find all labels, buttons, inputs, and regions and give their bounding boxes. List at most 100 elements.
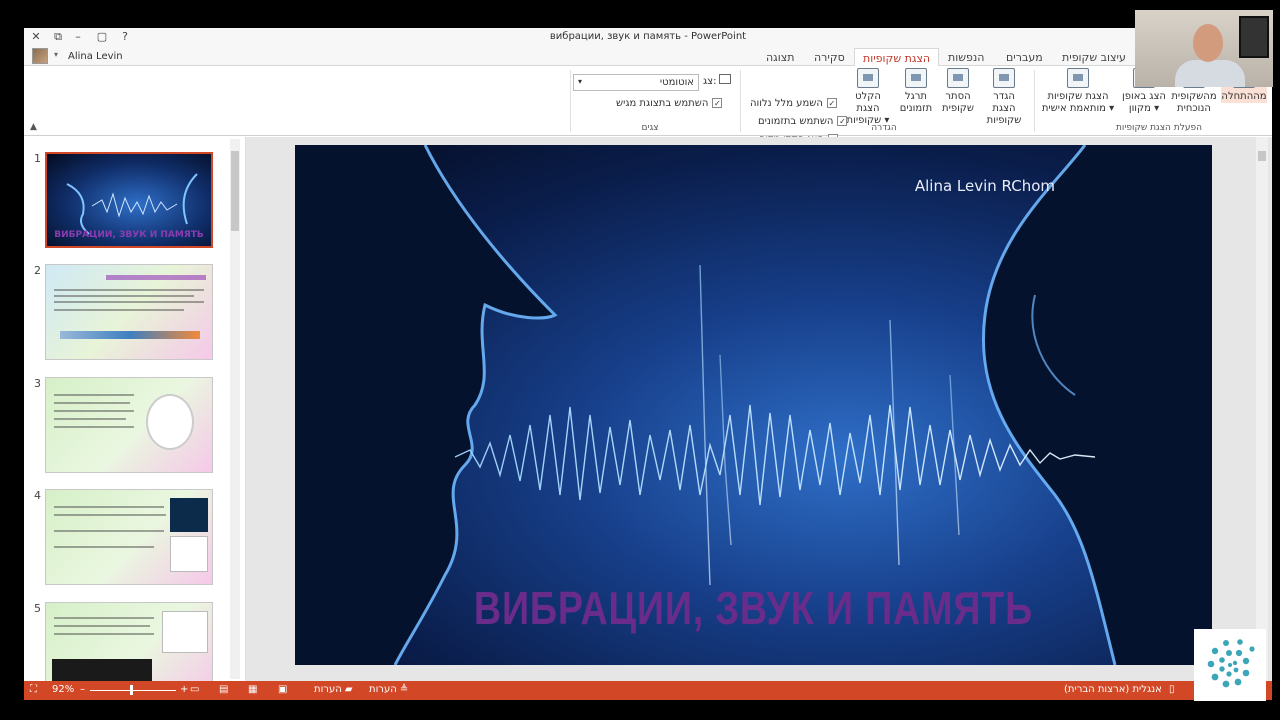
thumbnail-slide-1[interactable]: ВИБРАЦИИ, ЗВУК И ПАМЯТЬ — [45, 152, 213, 248]
thumbnail-heading-bar — [106, 275, 206, 280]
thumbnail-number: 5 — [34, 602, 41, 615]
monitor-label: צג: — [703, 76, 717, 87]
rehearse-timings-button[interactable]: תרגל תזמונים — [896, 68, 936, 115]
presenter-view-checkbox[interactable]: ✓השתמש בתצוגת מגיש — [616, 98, 723, 109]
thumbnail-slide-3[interactable] — [45, 377, 213, 473]
slideshow-view-icon[interactable]: ▭ — [190, 684, 199, 695]
thumbnail-title: ВИБРАЦИИ, ЗВУК И ПАМЯТЬ — [54, 230, 204, 240]
tab-review[interactable]: סקירה — [806, 48, 853, 67]
setup-slideshow-icon — [993, 68, 1015, 88]
ribbon-tabs: ▾ Alina Levin עיצוב שקופית מעברים הנפשות… — [24, 46, 1272, 67]
thumbnail-graph — [170, 536, 208, 572]
thumbnail-text-line — [54, 289, 204, 291]
hide-slide-icon — [947, 68, 969, 88]
thumbnail-diagram — [146, 394, 194, 450]
thumbnail-text-line — [54, 301, 204, 303]
slide-title[interactable]: ВИБРАЦИИ, ЗВУК И ПАМЯТЬ — [378, 581, 1130, 635]
record-icon — [857, 68, 879, 88]
thumbnail-number: 3 — [34, 377, 41, 390]
setup-slideshow-button[interactable]: הגדר הצגת שקופיות — [980, 68, 1028, 127]
zoom-level[interactable]: 92% — [52, 684, 74, 695]
slide-sorter-icon[interactable]: ▦ — [248, 684, 257, 695]
tab-slideshow[interactable]: הצגת שקופיות — [854, 48, 940, 67]
notes-icon: ≜ — [399, 684, 409, 695]
slide-author[interactable]: Alina Levin RChom — [915, 177, 1055, 195]
play-narrations-checkbox[interactable]: ✓השמע מלל נלווה — [750, 98, 837, 109]
thumbnail-image — [52, 659, 152, 681]
scrollbar-thumb[interactable] — [1258, 151, 1266, 161]
custom-slideshow-icon — [1067, 68, 1089, 88]
current-slide[interactable]: Alina Levin RChom ВИБРАЦИИ, ЗВУК И ПАМЯТ… — [295, 145, 1212, 665]
tab-transitions[interactable]: מעברים — [998, 48, 1051, 67]
proofing-icon[interactable]: ▯ — [1169, 684, 1175, 695]
thumbnail-text-line — [54, 625, 150, 627]
fit-to-window-icon[interactable]: ⛶ — [30, 684, 37, 695]
thumbnail-text-line — [54, 394, 134, 396]
group-label-setup: הגדרה — [871, 123, 897, 133]
thumbnail-text-line — [54, 418, 126, 420]
title-bar: ✕ ⧉ – ▢ ? вибрации, звук и память - Powe… — [24, 28, 1272, 46]
group-label-start: הפעלת הצגת שקופיות — [1116, 123, 1202, 133]
rehearse-timings-icon — [905, 68, 927, 88]
comments-button[interactable]: הערות ▰ — [314, 684, 353, 695]
presenter-head — [1193, 24, 1223, 62]
thumbnail-graph — [162, 611, 208, 653]
thumbnail-text-line — [54, 530, 164, 532]
thumbnail-arrow-diagram — [60, 331, 200, 339]
monitor-select[interactable]: אוטומטי ▾ — [573, 74, 699, 91]
thumbnail-pane: 1 ВИБРАЦИИ, ЗВУК И ПАМЯТЬ 2 3 4 5 — [24, 137, 246, 681]
thumbnail-slide-2[interactable] — [45, 264, 213, 360]
tab-view[interactable]: תצוגה — [758, 48, 802, 67]
spiral-logo — [1194, 629, 1266, 701]
tab-design[interactable]: עיצוב שקופית — [1054, 48, 1134, 67]
reading-view-icon[interactable]: ▤ — [219, 684, 228, 695]
avatar[interactable] — [32, 48, 48, 64]
presenter-body — [1175, 60, 1245, 87]
monitor-icon — [719, 74, 731, 84]
user-name[interactable]: Alina Levin — [68, 51, 123, 62]
tab-animations[interactable]: הנפשות — [940, 48, 992, 67]
chevron-down-icon[interactable]: ▾ — [54, 50, 58, 59]
powerpoint-window: ✕ ⧉ – ▢ ? вибрации, звук и память - Powe… — [24, 28, 1272, 700]
thumbnail-text-line — [54, 514, 166, 516]
language-indicator[interactable]: אנגלית (ארצות הברית) — [1064, 684, 1162, 695]
spiral-logo-icon — [1207, 639, 1255, 688]
thumbnail-text-line — [54, 309, 184, 311]
thumbnail-text-line — [54, 426, 134, 428]
group-label-monitors: צגים — [641, 123, 659, 133]
thumbnail-scrollbar[interactable] — [230, 139, 240, 679]
thumbnail-text-line — [54, 617, 154, 619]
thumbnail-text-line — [54, 410, 134, 412]
zoom-slider-thumb[interactable] — [130, 685, 133, 695]
thumbnail-text-line — [54, 295, 194, 297]
chevron-down-icon: ▾ — [578, 77, 583, 86]
notes-button[interactable]: הערות ≜ — [369, 684, 408, 695]
status-bar: ⛶ 92% – + ▭ ▤ ▦ ▣ הערות ▰ הערות ≜ אנגלית… — [24, 681, 1272, 700]
custom-slideshow-button[interactable]: הצגת שקופיות מותאמת אישית ▾ — [1038, 68, 1118, 115]
wall-picture — [1239, 16, 1269, 58]
window-title: вибрации, звук и память - PowerPoint — [549, 31, 747, 42]
group-divider — [1034, 70, 1035, 132]
slide-pane: Alina Levin RChom ВИБРАЦИИ, ЗВУК И ПАМЯТ… — [246, 137, 1272, 681]
thumbnail-text-line — [54, 633, 154, 635]
zoom-in-icon[interactable]: + — [180, 684, 188, 695]
slide-scrollbar[interactable] — [1256, 137, 1268, 681]
thumbnail-image — [170, 498, 208, 532]
group-divider — [740, 70, 741, 132]
zoom-slider[interactable] — [90, 690, 176, 691]
thumbnail-slide-5[interactable] — [45, 602, 213, 681]
thumbnail-number: 2 — [34, 264, 41, 277]
thumbnail-number: 4 — [34, 489, 41, 502]
record-slideshow-button[interactable]: הקלט הצגת שקופיות ▾ — [842, 68, 894, 127]
normal-view-icon[interactable]: ▣ — [278, 684, 287, 695]
group-divider — [570, 70, 571, 132]
scrollbar-thumb[interactable] — [231, 151, 239, 231]
use-timings-checkbox[interactable]: ✓השתמש בתזמונים — [758, 116, 848, 127]
collapse-ribbon-icon[interactable]: ▲ — [30, 122, 37, 132]
thumbnail-text-line — [54, 402, 130, 404]
thumbnail-number: 1 — [34, 152, 41, 165]
thumbnail-slide-4[interactable] — [45, 489, 213, 585]
zoom-out-icon[interactable]: – — [80, 684, 85, 695]
thumbnail-text-line — [54, 506, 164, 508]
hide-slide-button[interactable]: הסתר שקופית — [938, 68, 978, 115]
